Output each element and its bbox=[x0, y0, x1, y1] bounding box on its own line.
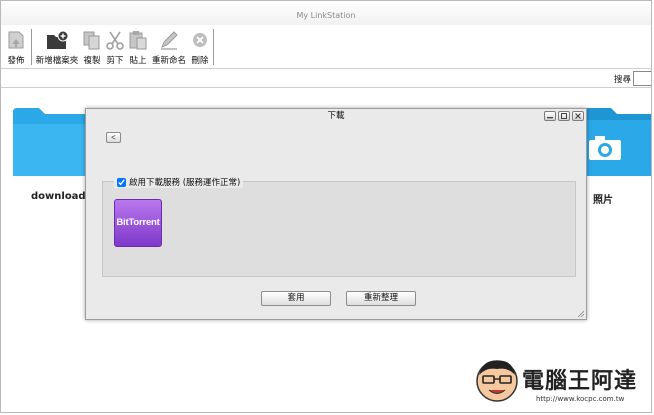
pencil-icon bbox=[161, 31, 178, 50]
copy-label: 複製 bbox=[83, 56, 101, 66]
service-panel bbox=[102, 181, 576, 277]
watermark: 電腦王阿達 http://www.kocpc.com.tw bbox=[472, 353, 650, 411]
search-bar: 搜尋 bbox=[1, 70, 651, 88]
minimize-button[interactable] bbox=[544, 111, 556, 121]
apply-button[interactable]: 套用 bbox=[261, 291, 331, 306]
publish-icon bbox=[8, 31, 24, 49]
cut-label: 剪下 bbox=[106, 56, 124, 66]
scissors-icon bbox=[106, 31, 124, 50]
resize-grip-icon[interactable] bbox=[576, 309, 584, 317]
paste-button[interactable]: 貼上 bbox=[127, 27, 149, 67]
refresh-button[interactable]: 重新整理 bbox=[346, 291, 416, 306]
bittorrent-tile[interactable]: BitTorrent bbox=[114, 199, 162, 247]
watermark-url: http://www.kocpc.com.tw bbox=[536, 395, 625, 403]
toolbar: 發佈 新增檔案夾 複製 剪下 貼上 重新命名 刪除 bbox=[1, 25, 651, 69]
folder-downloads[interactable] bbox=[13, 106, 95, 179]
enable-service-checkbox[interactable] bbox=[117, 177, 126, 187]
folder-icon bbox=[13, 108, 95, 176]
camera-icon bbox=[589, 136, 621, 160]
enable-service-row[interactable]: 啟用下載服務 (服務運作正常) bbox=[114, 176, 244, 188]
maximize-icon bbox=[561, 113, 567, 119]
publish-label: 發佈 bbox=[7, 56, 25, 66]
search-label: 搜尋 bbox=[613, 75, 631, 85]
copy-icon bbox=[83, 31, 100, 50]
watermark-text: 電腦王阿達 bbox=[522, 369, 638, 394]
window-title: My LinkStation bbox=[296, 11, 356, 20]
paste-icon bbox=[129, 31, 147, 50]
maximize-button[interactable] bbox=[558, 111, 570, 121]
download-dialog: 下載 < 啟用下載服務 (服務運作正常) BitTorrent 套用 重新整理 bbox=[85, 108, 587, 320]
close-button[interactable] bbox=[572, 111, 584, 121]
close-icon bbox=[575, 113, 581, 119]
new-folder-button[interactable]: 新增檔案夾 bbox=[34, 27, 80, 67]
delete-button[interactable]: 刪除 bbox=[189, 27, 211, 67]
delete-icon bbox=[193, 33, 207, 47]
rename-button[interactable]: 重新命名 bbox=[150, 27, 188, 67]
new-folder-icon bbox=[47, 30, 69, 49]
mascot-icon bbox=[476, 360, 518, 402]
search-input[interactable] bbox=[633, 71, 651, 86]
publish-button[interactable]: 發佈 bbox=[3, 27, 29, 67]
dialog-title: 下載 bbox=[327, 111, 345, 121]
folder-label-downloads: downloads bbox=[31, 191, 92, 202]
linkstation-window: My LinkStation 發佈 新增檔案夾 複製 剪下 貼上 重新命名 刪除… bbox=[0, 0, 652, 413]
cut-button[interactable]: 剪下 bbox=[104, 27, 126, 67]
toolbar-separator bbox=[31, 29, 32, 65]
window-titlebar: My LinkStation bbox=[1, 1, 651, 25]
copy-button[interactable]: 複製 bbox=[81, 27, 103, 67]
toolbar-separator bbox=[213, 29, 214, 65]
back-button[interactable]: < bbox=[106, 132, 121, 143]
folder-label-photos: 照片 bbox=[593, 195, 613, 206]
delete-label: 刪除 bbox=[191, 56, 209, 66]
enable-service-label: 啟用下載服務 (服務運作正常) bbox=[129, 178, 241, 188]
new-folder-label: 新增檔案夾 bbox=[35, 56, 79, 66]
rename-label: 重新命名 bbox=[151, 56, 186, 66]
folder-photos[interactable] bbox=[581, 106, 651, 179]
paste-label: 貼上 bbox=[129, 56, 147, 66]
minimize-icon bbox=[547, 117, 553, 119]
